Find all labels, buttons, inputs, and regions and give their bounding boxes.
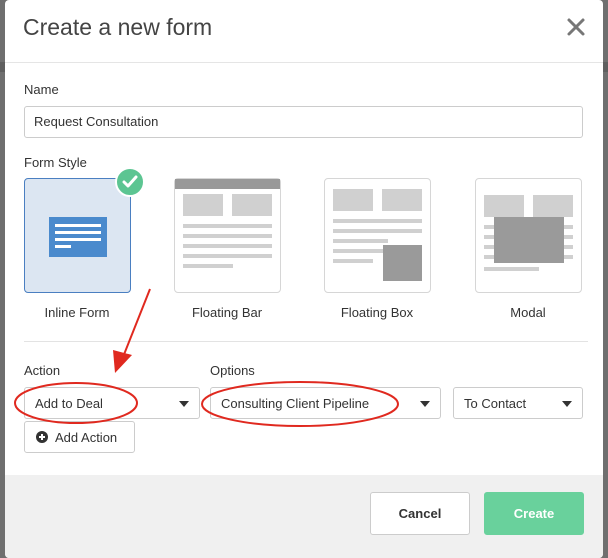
create-button[interactable]: Create: [484, 492, 584, 535]
cancel-button[interactable]: Cancel: [370, 492, 470, 535]
add-action-button[interactable]: Add Action: [24, 421, 135, 453]
style-label-floating-box: Floating Box: [340, 305, 414, 320]
close-icon[interactable]: [563, 14, 589, 40]
target-select-value: To Contact: [464, 396, 527, 411]
add-action-label: Add Action: [55, 430, 118, 445]
floating-box-icon: [333, 189, 422, 281]
floating-bar-icon: [175, 179, 280, 268]
target-select[interactable]: To Contact: [453, 387, 583, 419]
chevron-down-icon: [562, 401, 572, 407]
modal-header: Create a new form: [5, 0, 603, 62]
chevron-down-icon: [420, 401, 430, 407]
style-option-inline-form[interactable]: [24, 178, 131, 293]
style-option-modal[interactable]: [475, 178, 582, 293]
header-divider: [5, 62, 603, 63]
style-option-floating-bar[interactable]: [174, 178, 281, 293]
style-option-floating-box[interactable]: [324, 178, 431, 293]
chevron-down-icon: [179, 401, 189, 407]
modal-style-icon: [484, 195, 573, 271]
action-label: Action: [24, 363, 61, 378]
inline-form-icon: [49, 217, 107, 257]
action-select[interactable]: Add to Deal: [24, 387, 200, 419]
form-style-label: Form Style: [24, 155, 87, 170]
checkmark-icon: [115, 167, 145, 197]
name-input[interactable]: Request Consultation: [24, 106, 583, 138]
modal-title: Create a new form: [23, 14, 213, 40]
create-form-modal: Create a new form Name Request Consultat…: [5, 0, 603, 558]
section-divider: [24, 341, 588, 342]
style-label-inline-form: Inline Form: [44, 305, 110, 320]
modal-footer: Cancel Create: [5, 475, 603, 558]
action-select-value: Add to Deal: [35, 396, 103, 411]
style-label-modal: Modal: [510, 305, 546, 320]
pipeline-select-value: Consulting Client Pipeline: [221, 396, 370, 411]
plus-circle-icon: [36, 431, 48, 443]
name-label: Name: [24, 82, 59, 97]
style-label-floating-bar: Floating Bar: [191, 305, 263, 320]
options-label: Options: [210, 363, 255, 378]
pipeline-select[interactable]: Consulting Client Pipeline: [210, 387, 441, 419]
